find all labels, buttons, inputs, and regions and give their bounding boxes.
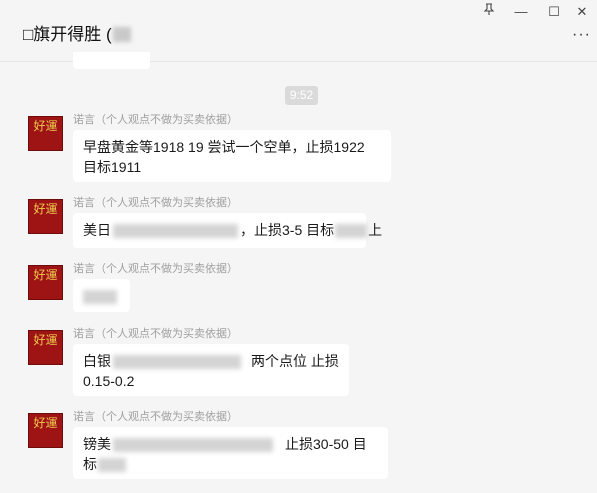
- message-line: 白银 两个点位 止损: [83, 351, 339, 371]
- redacted-text: [113, 355, 241, 370]
- message-text: 美日: [83, 222, 111, 238]
- minimize-icon: —: [514, 4, 528, 19]
- message-text: 标: [83, 456, 97, 472]
- message-line: 镑美 止损30-50 目: [83, 434, 378, 454]
- sender-avatar[interactable]: 好運: [28, 330, 63, 365]
- message-bubble[interactable]: 美日 ，止损3-5 目标 上: [73, 213, 382, 248]
- redacted-text: [98, 458, 126, 473]
- chat-title-text: □旗开得胜 (: [23, 25, 112, 44]
- redacted-title-part: [112, 27, 131, 42]
- sender-name: 诺言（个人观点不做为买卖依据）: [73, 197, 238, 209]
- message-line: 目标1911: [83, 159, 142, 175]
- chat-title[interactable]: □旗开得胜 (: [23, 20, 131, 45]
- redacted-text: [113, 438, 273, 453]
- message-bubble[interactable]: 镑美 止损30-50 目 标: [73, 427, 388, 479]
- sender-avatar[interactable]: 好運: [28, 265, 63, 300]
- message-text: 镑美: [83, 436, 111, 452]
- sender-name: 诺言（个人观点不做为买卖依据）: [73, 114, 238, 126]
- sender-avatar[interactable]: 好運: [28, 199, 63, 234]
- more-options-button[interactable]: ···: [572, 26, 591, 44]
- maximize-button[interactable]: ☐: [543, 2, 565, 22]
- sender-name: 诺言（个人观点不做为买卖依据）: [73, 263, 238, 275]
- more-icon: ···: [572, 26, 591, 43]
- sender-avatar[interactable]: 好運: [28, 116, 63, 151]
- message-text: 白银: [83, 353, 111, 369]
- pin-icon: [483, 3, 495, 15]
- sender-name: 诺言（个人观点不做为买卖依据）: [73, 328, 238, 340]
- redacted-text: [83, 290, 117, 305]
- minimize-button[interactable]: —: [510, 2, 532, 22]
- close-icon: ✕: [576, 4, 588, 19]
- message-bubble[interactable]: [73, 279, 130, 312]
- previous-message-bubble[interactable]: [73, 52, 150, 69]
- message-line: 标: [83, 454, 378, 474]
- close-button[interactable]: ✕: [571, 2, 593, 22]
- message-text: 止损30-50 目: [285, 436, 367, 452]
- timestamp: 9:52: [285, 86, 318, 105]
- message-text: ，止损3-5 目标: [240, 222, 335, 238]
- message-line: 0.15-0.2: [83, 373, 135, 389]
- maximize-icon: ☐: [548, 4, 560, 19]
- message-bubble[interactable]: 早盘黄金等1918 19 尝试一个空单，止损1922 目标1911: [73, 130, 391, 182]
- message-line: 早盘黄金等1918 19 尝试一个空单，止损1922: [83, 139, 365, 155]
- redacted-text: [335, 224, 368, 239]
- redacted-text: [113, 224, 238, 239]
- message-text: 两个点位 止损: [251, 353, 339, 369]
- message-text: 上: [368, 222, 383, 238]
- message-bubble[interactable]: 白银 两个点位 止损 0.15-0.2: [73, 344, 349, 396]
- sender-avatar[interactable]: 好運: [28, 413, 63, 448]
- chat-window: □旗开得胜 ( — ☐ ✕ ··· 9:52 好運 诺言（个人观点不做为买卖依据…: [0, 0, 597, 493]
- sender-name: 诺言（个人观点不做为买卖依据）: [73, 411, 238, 423]
- pin-button[interactable]: [478, 2, 500, 22]
